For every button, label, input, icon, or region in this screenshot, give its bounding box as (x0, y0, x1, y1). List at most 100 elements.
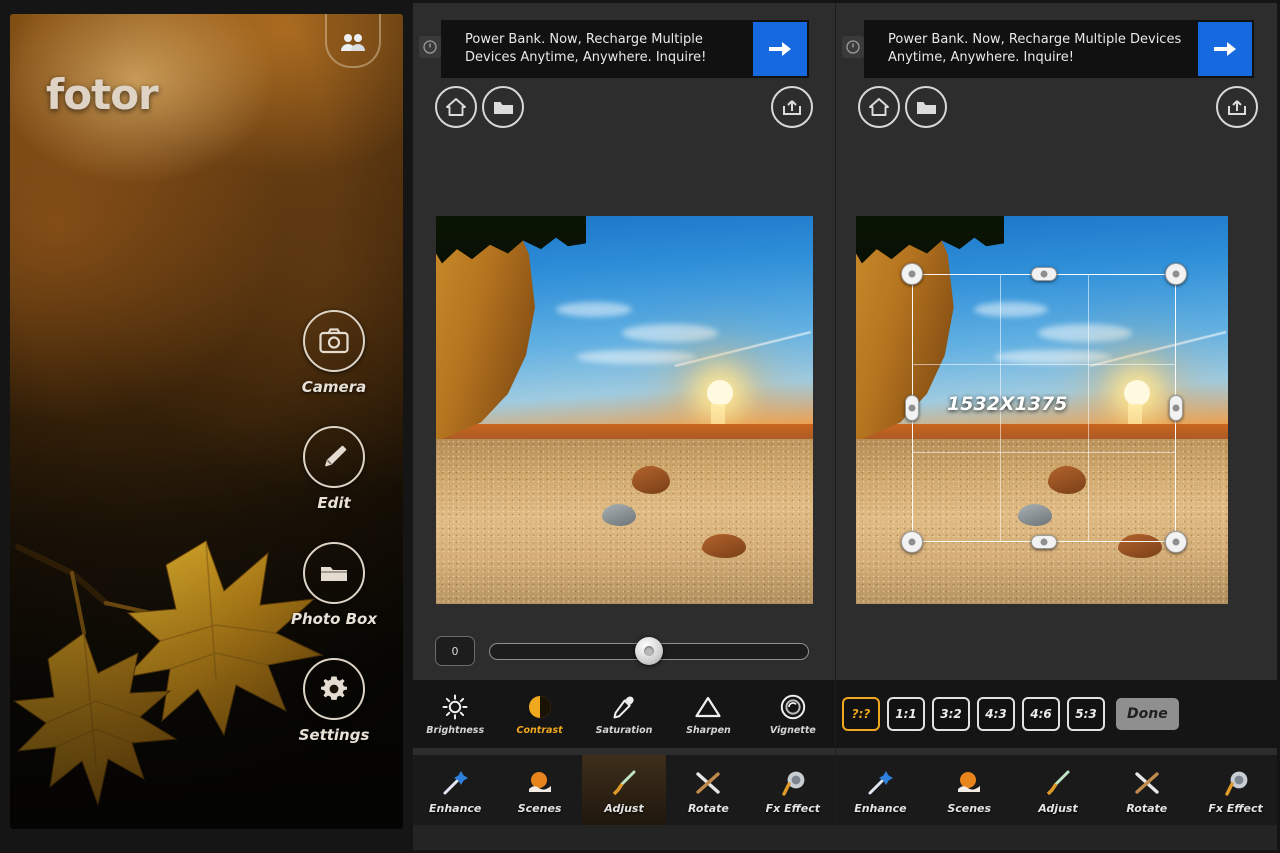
nav-item-enhance-right[interactable]: Enhance (836, 755, 925, 825)
crop-gridline-v2 (1088, 275, 1089, 541)
crop-handle-bottom-right[interactable] (1165, 531, 1187, 553)
crop-handle-top-center[interactable] (1031, 267, 1057, 281)
nav-label-enhance: Enhance (413, 802, 497, 815)
share-button-left[interactable] (771, 86, 813, 128)
settings-circle (303, 658, 365, 720)
open-folder-button-right[interactable] (905, 86, 947, 128)
home-icon (445, 97, 467, 117)
nav-item-adjust-right[interactable]: Adjust (1014, 755, 1103, 825)
adjust-label-contrast: Contrast (497, 725, 581, 736)
crop-handle-middle-right[interactable] (1169, 395, 1183, 421)
nav-item-scenes[interactable]: Scenes (497, 755, 581, 825)
app-brand-logo: fotor (46, 70, 158, 119)
slider-thumb[interactable] (635, 637, 663, 665)
crop-handle-middle-left[interactable] (905, 395, 919, 421)
cloud (556, 302, 632, 317)
menu-label-camera: Camera (279, 378, 389, 396)
splash-panel: fotor (0, 0, 413, 853)
aspect-ratio-3-2[interactable]: 3:2 (932, 697, 970, 731)
aspect-ratio-4-6[interactable]: 4:6 (1022, 697, 1060, 731)
camera-icon (319, 328, 349, 354)
ad-banner-left[interactable]: Power Bank. Now, Recharge Multiple Devic… (441, 20, 809, 78)
scenes-icon (925, 766, 1014, 800)
crop-handle-bottom-left[interactable] (901, 531, 923, 553)
home-button-left[interactable] (435, 86, 477, 128)
menu-item-edit[interactable]: Edit (279, 426, 389, 512)
crop-handle-bottom-center[interactable] (1031, 535, 1057, 549)
nav-label-enhance-right: Enhance (836, 802, 925, 815)
brush-icon (582, 766, 666, 800)
sun-in-photo (707, 380, 733, 406)
crop-done-button[interactable]: Done (1116, 698, 1179, 730)
editor-area: Power Bank. Now, Recharge Multiple Devic… (413, 0, 1280, 853)
aspect-ratio-1-1[interactable]: 1:1 (887, 697, 925, 731)
aspect-ratio-free[interactable]: ?:? (842, 697, 880, 731)
toolbar-right (836, 78, 1280, 142)
adjust-tool-saturation[interactable]: Saturation (582, 692, 666, 736)
triangle-icon (666, 692, 750, 722)
ad-cta-button-left[interactable] (753, 22, 807, 76)
share-icon (781, 97, 803, 117)
adjust-tool-contrast[interactable]: Contrast (497, 692, 581, 736)
menu-item-settings[interactable]: Settings (279, 658, 389, 744)
sun-icon (413, 692, 497, 722)
nav-item-enhance[interactable]: Enhance (413, 755, 497, 825)
share-button-right[interactable] (1216, 86, 1258, 128)
nav-item-fx-effect-right[interactable]: Fx Effect (1191, 755, 1280, 825)
folder-icon (492, 98, 515, 117)
adjust-tools-strip: Brightness Contrast (413, 680, 835, 748)
crop-gridline-h2 (913, 452, 1175, 453)
nav-item-rotate[interactable]: Rotate (666, 755, 750, 825)
adjust-tool-vignette[interactable]: Vignette (751, 692, 835, 736)
community-button[interactable] (325, 14, 381, 68)
crop-selection-rect[interactable]: 1532X1375 (912, 274, 1176, 542)
gear-icon (319, 674, 349, 704)
crop-handle-top-right[interactable] (1165, 263, 1187, 285)
nav-label-adjust-right: Adjust (1014, 802, 1103, 815)
home-button-right[interactable] (858, 86, 900, 128)
photo-preview-right[interactable]: 1532X1375 (844, 216, 1272, 604)
photo-image-right: 1532X1375 (856, 216, 1228, 604)
ad-info-icon-left[interactable] (419, 36, 441, 58)
nav-label-rotate-right: Rotate (1102, 802, 1191, 815)
menu-label-edit: Edit (279, 494, 389, 512)
nav-label-rotate: Rotate (666, 802, 750, 815)
vignette-icon (751, 692, 835, 722)
adjust-tool-brightness[interactable]: Brightness (413, 692, 497, 736)
ad-text-left: Power Bank. Now, Recharge Multiple Devic… (441, 31, 753, 68)
crop-handle-top-left[interactable] (901, 263, 923, 285)
ad-info-icon-right[interactable] (842, 36, 864, 58)
nav-label-fx-effect-right: Fx Effect (1191, 802, 1280, 815)
arrow-right-icon (1212, 39, 1238, 59)
adjust-tool-sharpen[interactable]: Sharpen (666, 692, 750, 736)
editor-panel-right: Power Bank. Now, Recharge Multiple Devic… (836, 0, 1280, 853)
aspect-ratio-5-3[interactable]: 5:3 (1067, 697, 1105, 731)
aspect-ratio-strip: ?:? 1:1 3:2 4:3 4:6 5:3 Done (836, 680, 1280, 748)
photo-image-left (436, 216, 813, 604)
ad-banner-right[interactable]: Power Bank. Now, Recharge Multiple Devic… (864, 20, 1254, 78)
menu-item-camera[interactable]: Camera (279, 310, 389, 396)
ad-text-right: Power Bank. Now, Recharge Multiple Devic… (864, 31, 1198, 68)
nav-label-fx-effect: Fx Effect (751, 802, 835, 815)
cloud (622, 324, 718, 342)
slider-track[interactable] (489, 643, 809, 660)
adjust-label-saturation: Saturation (582, 725, 666, 736)
fx-icon (751, 766, 835, 800)
wand-icon (836, 766, 925, 800)
ad-cta-button-right[interactable] (1198, 22, 1252, 76)
nav-item-fx-effect[interactable]: Fx Effect (751, 755, 835, 825)
folder-icon (915, 98, 938, 117)
photo-preview-left[interactable] (425, 216, 824, 604)
menu-item-photo-box[interactable]: Photo Box (279, 542, 389, 628)
crop-dimensions-label: 1532X1375 (947, 393, 1067, 415)
adjust-label-sharpen: Sharpen (666, 725, 750, 736)
aspect-ratio-4-3[interactable]: 4:3 (977, 697, 1015, 731)
fx-icon (1191, 766, 1280, 800)
slider-value-box: 0 (435, 636, 475, 666)
open-folder-button-left[interactable] (482, 86, 524, 128)
nav-item-adjust[interactable]: Adjust (582, 755, 666, 825)
footer-strip (413, 825, 1280, 853)
nav-item-rotate-right[interactable]: Rotate (1102, 755, 1191, 825)
nav-item-scenes-right[interactable]: Scenes (925, 755, 1014, 825)
info-icon (423, 40, 437, 54)
